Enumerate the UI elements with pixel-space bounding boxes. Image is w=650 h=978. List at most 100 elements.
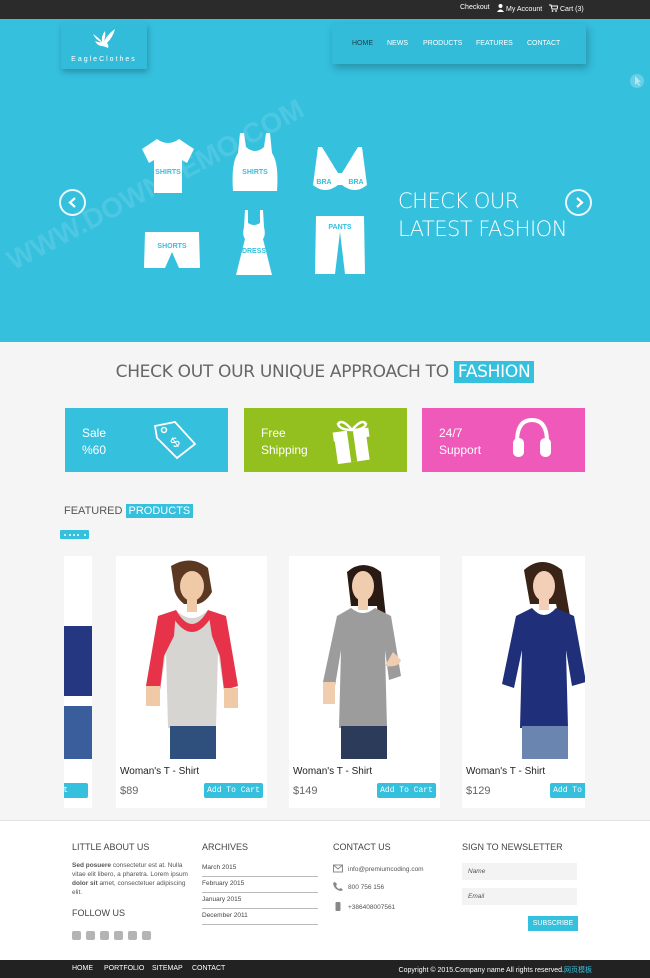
cart-link[interactable]: Cart (3) [549, 4, 584, 13]
feature-sale-text: Sale %60 [82, 425, 106, 459]
feature-line1: 24/7 [439, 426, 463, 440]
product-card[interactable]: Cart [64, 556, 92, 808]
eagle-logo-icon [93, 29, 115, 48]
archive-link[interactable]: March 2015 [202, 861, 318, 877]
pager-dot[interactable] [77, 534, 79, 536]
my-account-link[interactable]: My Account [497, 4, 542, 13]
logo[interactable]: EagleClothes [61, 23, 147, 69]
about-title: LITTLE ABOUT US [72, 842, 150, 852]
about-bold: Sed posuere [72, 862, 112, 869]
add-to-cart-button[interactable]: Cart [64, 783, 88, 798]
contact-phone: 800 756 156 [333, 882, 384, 891]
product-price: $129 [466, 785, 491, 797]
featured-title-highlight: PRODUCTS [125, 504, 194, 518]
chevron-left-icon [68, 197, 76, 208]
bottom-nav-home[interactable]: HOME [72, 965, 93, 972]
svg-text:$: $ [167, 433, 183, 451]
facebook-icon[interactable] [72, 931, 81, 940]
garment-label: SHIRTS [242, 169, 268, 176]
tank-top-icon [232, 133, 278, 191]
slider-prev-button[interactable] [59, 189, 86, 216]
mobile-icon [335, 902, 341, 911]
feature-shipping[interactable]: Free Shipping [244, 408, 407, 472]
product-image [462, 556, 585, 759]
archive-link[interactable]: February 2015 [202, 877, 318, 893]
phone-icon [333, 882, 343, 891]
contact-mobile-text: +386408007561 [348, 904, 396, 911]
subscribe-button[interactable]: SUBSCRIBE [528, 916, 578, 931]
feature-support-text: 24/7 Support [439, 425, 481, 459]
newsletter-email-input[interactable]: Email [462, 888, 577, 905]
nav-item-products[interactable]: PRODUCTS [423, 40, 462, 47]
envelope-icon [333, 864, 343, 873]
social-icons [72, 927, 156, 945]
feature-support[interactable]: 24/7 Support [422, 408, 585, 472]
contact-email: info@premiumcoding.com [333, 864, 424, 873]
feature-line2: Shipping [261, 443, 308, 457]
feature-line2: %60 [82, 443, 107, 457]
rss-icon[interactable] [100, 931, 109, 940]
pager-dot[interactable] [69, 534, 71, 536]
bottom-bar: HOME PORTFOLIO SITEMAP CONTACT Copyright… [0, 960, 650, 978]
footer: LITTLE ABOUT US Sed posuere consectetur … [0, 820, 650, 960]
slider-next-button[interactable] [565, 189, 592, 216]
add-to-cart-button[interactable]: Add To Cart [550, 783, 585, 798]
hero-title-line1: CHECK OUR [398, 189, 519, 213]
cursor-icon [630, 74, 644, 88]
product-name: Woman's T - Shirt [466, 766, 546, 777]
flickr-icon[interactable] [142, 931, 151, 940]
garment-label: PANTS [328, 224, 352, 231]
feature-line1: Free [261, 426, 286, 440]
newsletter-name-input[interactable]: Name [462, 863, 577, 880]
price-tag-icon: $ [153, 421, 197, 460]
archive-link[interactable]: December 2011 [202, 909, 318, 925]
nav-item-contact[interactable]: CONTACT [527, 40, 560, 47]
about-text: Sed posuere consectetur est at. Nulla vi… [72, 861, 192, 897]
featured-products-title: FEATURED PRODUCTS [64, 504, 194, 518]
carousel-pager[interactable] [60, 530, 89, 539]
archives-title: ARCHIVES [202, 842, 249, 852]
newsletter-title: SIGN TO NEWSLETTER [462, 842, 563, 852]
product-name: Woman's T - Shirt [120, 766, 200, 777]
logo-text: EagleClothes [71, 56, 137, 63]
checkout-link[interactable]: Checkout [460, 4, 490, 11]
nav-item-features[interactable]: FEATURES [476, 40, 513, 47]
shorts-icon [144, 232, 200, 268]
add-to-cart-button[interactable]: Add To Cart [377, 783, 436, 798]
garment-label: SHIRTS [155, 169, 181, 176]
copyright-link[interactable]: 网页模板 [564, 967, 592, 974]
garment-label: BRA [316, 179, 332, 186]
pager-dot[interactable] [73, 534, 75, 536]
nav-item-home[interactable]: HOME [352, 40, 373, 47]
garment-label: SHORTS [157, 243, 187, 250]
add-to-cart-button[interactable]: Add To Cart [204, 783, 263, 798]
about-bold: dolor sit [72, 880, 98, 887]
product-image [289, 556, 440, 759]
copyright-text: Copyright © 2015.Company name All rights… [398, 967, 564, 974]
bottom-nav-sitemap[interactable]: SITEMAP [152, 965, 183, 972]
bottom-nav-portfolio[interactable]: PORTFOLIO [104, 965, 144, 972]
copyright: Copyright © 2015.Company name All rights… [399, 965, 592, 975]
pager-dot[interactable] [64, 534, 66, 536]
vimeo-icon[interactable] [114, 931, 123, 940]
hero-title: CHECK OUR LATEST FASHION [398, 187, 567, 243]
product-card[interactable]: Woman's T - Shirt $129 Add To Cart [462, 556, 585, 808]
bottom-nav-contact[interactable]: CONTACT [192, 965, 225, 972]
archive-link[interactable]: January 2015 [202, 893, 318, 909]
product-price: $149 [293, 785, 318, 797]
my-account-label: My Account [506, 6, 543, 13]
nav-item-news[interactable]: NEWS [387, 40, 408, 47]
feature-sale[interactable]: Sale %60 $ [65, 408, 228, 472]
product-card[interactable]: Woman's T - Shirt $149 Add To Cart [289, 556, 440, 808]
product-card[interactable]: Woman's T - Shirt $89 Add To Cart [116, 556, 267, 808]
product-name: Woman's T - Shirt [293, 766, 373, 777]
instagram-icon[interactable] [128, 931, 137, 940]
follow-title: FOLLOW US [72, 908, 126, 918]
tagline-highlight: FASHION [453, 361, 535, 383]
cart-icon [549, 4, 558, 12]
pager-dot[interactable] [84, 534, 86, 536]
contact-phone-text: 800 756 156 [348, 884, 385, 891]
user-icon [497, 4, 504, 12]
twitter-icon[interactable] [86, 931, 95, 940]
headphones-icon [513, 417, 551, 457]
